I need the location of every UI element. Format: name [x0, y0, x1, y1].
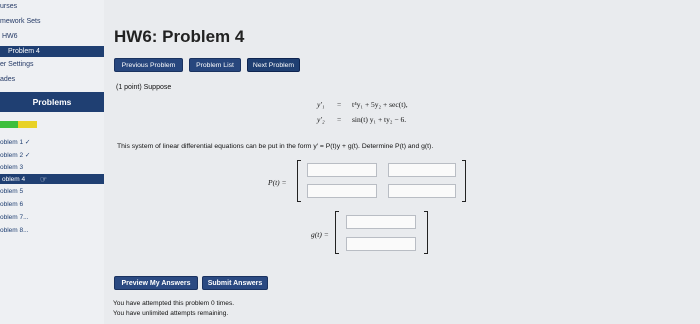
- p-matrix-right-bracket: [462, 160, 466, 202]
- problem-list-item-7[interactable]: oblem 7...: [0, 214, 29, 221]
- progress-segment: [18, 121, 28, 128]
- equation-1-lhs: y′₁: [317, 100, 325, 109]
- g-vector-entry-1-input[interactable]: [346, 215, 416, 229]
- previous-problem-button[interactable]: Previous Problem: [114, 58, 183, 72]
- p-matrix-label: P(t) =: [268, 178, 287, 187]
- problems-header: Problems: [0, 92, 104, 112]
- sidebar-link-courses[interactable]: urses: [0, 3, 17, 10]
- problem-list-item-5[interactable]: oblem 5: [0, 188, 23, 195]
- progress-segment: [0, 121, 9, 128]
- preview-answers-button[interactable]: Preview My Answers: [114, 276, 198, 290]
- sidebar: urses mework Sets HW6 Problem 4 er Setti…: [0, 0, 104, 324]
- equation-1-rhs: t⁴y₁ + 5y₂ + sec(t),: [352, 100, 408, 109]
- sidebar-link-grades[interactable]: ades: [0, 76, 15, 83]
- submit-answers-button[interactable]: Submit Answers: [202, 276, 268, 290]
- p-matrix-entry-11-input[interactable]: [307, 163, 377, 177]
- problem-list-item-1[interactable]: oblem 1 ✓: [0, 138, 30, 146]
- sidebar-item-problem-4[interactable]: Problem 4: [0, 46, 104, 57]
- equation-1-equals: =: [337, 100, 342, 109]
- problem-list-item-6[interactable]: oblem 6: [0, 201, 23, 208]
- p-matrix-entry-21-input[interactable]: [307, 184, 377, 198]
- sidebar-link-hw6[interactable]: HW6: [2, 33, 18, 40]
- problem-list-item-8[interactable]: oblem 8...: [0, 227, 29, 234]
- problem-list-item-3[interactable]: oblem 3: [0, 164, 23, 171]
- p-matrix-entry-12-input[interactable]: [388, 163, 456, 177]
- g-vector-left-bracket: [335, 211, 339, 254]
- progress-bar: [0, 121, 37, 128]
- progress-segment: [9, 121, 18, 128]
- equation-2-equals: =: [337, 115, 342, 124]
- points-label: (1 point) Suppose: [116, 84, 172, 91]
- system-instruction-text: This system of linear differential equat…: [117, 143, 434, 150]
- problem-list-item-2[interactable]: oblem 2 ✓: [0, 151, 30, 159]
- page-title: HW6: Problem 4: [114, 27, 245, 46]
- progress-segment: [28, 121, 37, 128]
- remaining-attempts-message: You have unlimited attempts remaining.: [113, 310, 229, 317]
- sidebar-link-settings[interactable]: er Settings: [0, 61, 33, 68]
- next-problem-button[interactable]: Next Problem: [247, 58, 300, 72]
- equation-2-rhs: sin(t) y₁ + ty₂ − 6.: [352, 115, 407, 124]
- p-matrix-left-bracket: [297, 160, 301, 202]
- problem-list-button[interactable]: Problem List: [189, 58, 241, 72]
- problem-list-item-4[interactable]: oblem 4: [0, 174, 104, 184]
- p-matrix-entry-22-input[interactable]: [388, 184, 456, 198]
- pointer-cursor-icon: ☞: [40, 175, 48, 184]
- attempts-message: You have attempted this problem 0 times.: [113, 300, 235, 307]
- g-vector-right-bracket: [424, 211, 428, 254]
- g-vector-label: g(t) =: [311, 230, 329, 239]
- equation-2-lhs: y′₂: [317, 115, 325, 124]
- sidebar-link-homework-sets[interactable]: mework Sets: [0, 18, 40, 25]
- g-vector-entry-2-input[interactable]: [346, 237, 416, 251]
